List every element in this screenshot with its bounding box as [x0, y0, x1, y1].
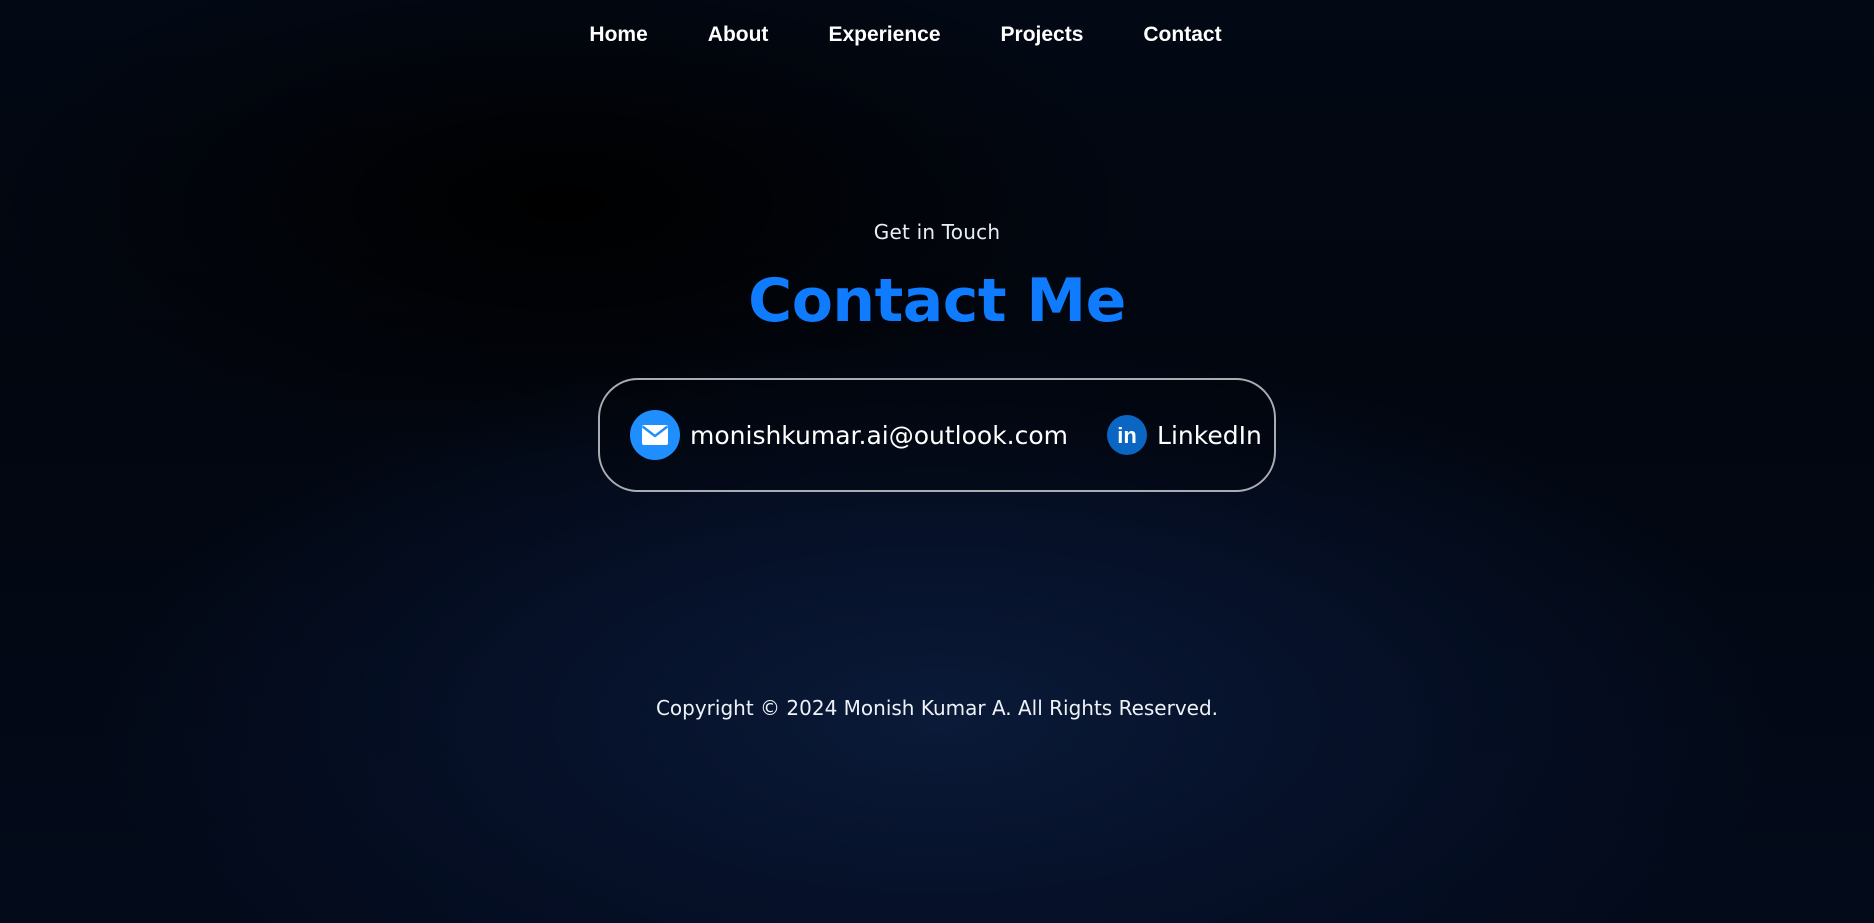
linkedin-icon: in	[1107, 415, 1148, 455]
nav-item-home: Home	[589, 23, 647, 47]
email-link[interactable]: monishkumar.ai@outlook.com	[630, 410, 1068, 460]
linkedin-label: LinkedIn	[1157, 420, 1262, 450]
nav-link-contact[interactable]: Contact	[1143, 23, 1221, 46]
section-title: Contact Me	[748, 266, 1126, 336]
nav-item-projects: Projects	[1001, 23, 1084, 47]
nav-list: Home About Experience Projects Contact	[589, 23, 1221, 47]
envelope-icon	[630, 410, 680, 460]
contact-info-card: monishkumar.ai@outlook.com in LinkedIn	[598, 378, 1276, 492]
nav-item-about: About	[708, 23, 769, 47]
copyright-text: Copyright © 2024 Monish Kumar A. All Rig…	[655, 696, 1219, 720]
nav-item-contact: Contact	[1143, 23, 1221, 47]
contact-section: Get in Touch Contact Me monishkumar.ai@o…	[0, 220, 1874, 492]
top-navigation: Home About Experience Projects Contact	[0, 0, 1874, 70]
email-address: monishkumar.ai@outlook.com	[690, 420, 1069, 450]
nav-link-experience[interactable]: Experience	[828, 23, 940, 46]
section-eyebrow: Get in Touch	[873, 220, 1001, 244]
footer: Copyright © 2024 Monish Kumar A. All Rig…	[0, 696, 1874, 720]
linkedin-link[interactable]: in LinkedIn	[1068, 415, 1262, 455]
nav-link-home[interactable]: Home	[589, 23, 647, 46]
linkedin-glyph: in	[1117, 422, 1137, 448]
nav-link-projects[interactable]: Projects	[1001, 23, 1084, 46]
nav-link-about[interactable]: About	[708, 23, 769, 46]
nav-item-experience: Experience	[828, 23, 940, 47]
